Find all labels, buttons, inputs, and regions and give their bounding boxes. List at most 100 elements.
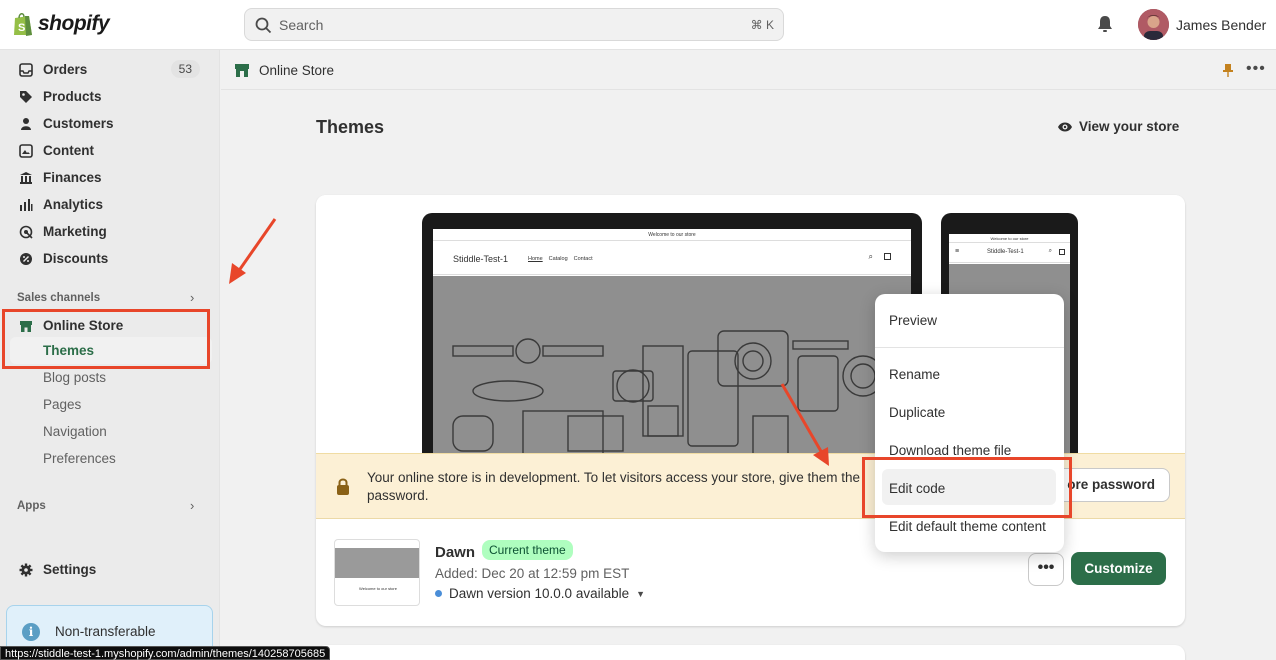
info-icon: i — [22, 623, 40, 641]
sidebar-item-navigation[interactable]: Navigation — [10, 418, 212, 445]
sidebar-item-marketing[interactable]: Marketing — [10, 218, 212, 245]
sidebar-item-label: Finances — [43, 170, 102, 185]
page-title: Themes — [316, 117, 385, 137]
preview-nav-link: Catalog — [548, 256, 568, 262]
menu-item-duplicate[interactable]: Duplicate — [889, 405, 945, 420]
desktop-preview: Welcome to our store Stiddle-Test-1 Home… — [422, 213, 922, 469]
sidebar-item-analytics[interactable]: Analytics — [10, 191, 212, 218]
store-icon — [235, 64, 249, 77]
sidebar-item-customers[interactable]: Customers — [10, 110, 212, 137]
sidebar-item-orders[interactable]: Orders 53 — [10, 56, 212, 83]
person-icon — [18, 116, 34, 132]
bell-icon[interactable] — [1095, 14, 1115, 34]
pin-icon[interactable] — [1221, 63, 1235, 77]
top-bar: S shopify Search ⌘ K James Bender — [0, 0, 1276, 50]
preview-nav: Home Catalog Contact — [528, 256, 599, 262]
sidebar-item-discounts[interactable]: Discounts — [10, 245, 212, 272]
search-placeholder: Search — [279, 17, 324, 33]
bar-chart-icon — [18, 197, 34, 213]
theme-version-label: Dawn version 10.0.0 available — [449, 586, 630, 601]
shopify-bag-icon: S — [14, 13, 32, 36]
thumbnail-text: Welcome to our store — [359, 586, 397, 591]
search-icon — [255, 17, 272, 34]
user-name[interactable]: James Bender — [1176, 17, 1266, 33]
cart-icon — [884, 253, 891, 260]
breadcrumb: Online Store ••• — [221, 50, 1276, 90]
search-shortcut: ⌘ K — [750, 18, 774, 32]
theme-added-date: Added: Dec 20 at 12:59 pm EST — [435, 566, 630, 581]
preview-nav-link: Contact — [573, 256, 593, 262]
preview-announcement: Welcome to our store — [433, 229, 911, 241]
menu-item-preview[interactable]: Preview — [889, 313, 937, 328]
breadcrumb-label[interactable]: Online Store — [259, 63, 334, 78]
theme-version[interactable]: Dawn version 10.0.0 available ▼ — [435, 586, 645, 601]
view-store-label: View your store — [1079, 119, 1180, 134]
avatar[interactable] — [1138, 9, 1169, 40]
menu-divider — [875, 347, 1064, 348]
status-bar-url: https://stiddle-test-1.myshopify.com/adm… — [0, 646, 331, 660]
image-icon — [18, 143, 34, 159]
lock-icon — [337, 478, 349, 495]
preview-nav-link: Home — [528, 256, 543, 262]
inbox-icon — [18, 62, 34, 78]
sidebar-item-label: Products — [43, 89, 102, 104]
menu-item-rename[interactable]: Rename — [889, 367, 940, 382]
chevron-right-icon[interactable]: › — [190, 498, 194, 513]
customize-button[interactable]: Customize — [1071, 552, 1166, 585]
status-badge: Current theme — [482, 540, 573, 560]
sidebar-item-label: Content — [43, 143, 94, 158]
annotation-box-online-store — [2, 309, 210, 369]
view-store-link[interactable]: View your store — [1057, 119, 1179, 134]
chevron-down-icon: ▼ — [636, 588, 646, 599]
search-icon: ⌕ — [1048, 248, 1052, 254]
arrow-to-online-store — [229, 218, 277, 284]
chevron-right-icon[interactable]: › — [190, 290, 194, 305]
theme-name: Dawn — [435, 544, 476, 561]
theme-actions-button[interactable]: ••• — [1028, 553, 1064, 586]
annotation-box-edit-code — [862, 457, 1072, 518]
apps-header[interactable]: Apps — [17, 500, 46, 512]
preview-store-name: Stiddle-Test-1 — [987, 249, 1024, 255]
sidebar-item-label: Customers — [43, 116, 114, 131]
sidebar-item-label: Marketing — [43, 224, 107, 239]
banner-message: Your online store is in development. To … — [367, 470, 861, 503]
sidebar-item-preferences[interactable]: Preferences — [10, 445, 212, 472]
sidebar-item-label: Pages — [43, 397, 82, 412]
search-icon: ⌕ — [868, 252, 873, 261]
sidebar-item-label: Orders — [43, 62, 88, 77]
preview-hero-image — [433, 276, 911, 469]
sidebar-item-label: Navigation — [43, 424, 107, 439]
sales-channels-header[interactable]: Sales channels — [17, 292, 100, 304]
sidebar-item-content[interactable]: Content — [10, 137, 212, 164]
search-input[interactable]: Search ⌘ K — [244, 8, 784, 41]
update-dot-icon — [435, 590, 442, 597]
tag-icon — [18, 89, 34, 105]
notice-text: Non-transferable — [55, 624, 156, 639]
preview-announcement: Welcome to our store — [949, 234, 1070, 243]
sidebar-item-label: Blog posts — [43, 370, 107, 385]
theme-library-card — [316, 645, 1185, 660]
menu-icon: ≡ — [955, 248, 960, 255]
cart-icon — [1059, 249, 1065, 255]
preview-store-name: Stiddle-Test-1 — [453, 254, 509, 264]
sidebar-item-label: Preferences — [43, 451, 116, 466]
sidebar-item-pages[interactable]: Pages — [10, 391, 212, 418]
sidebar-item-settings[interactable]: Settings — [10, 556, 212, 583]
brand-wordmark: shopify — [38, 12, 110, 35]
bank-icon — [18, 170, 34, 186]
orders-count-badge: 53 — [170, 60, 200, 78]
target-icon — [18, 224, 34, 240]
sidebar-item-label: Settings — [43, 562, 97, 577]
sidebar-item-label: Discounts — [43, 251, 109, 266]
gear-icon — [18, 562, 34, 578]
sidebar-item-label: Analytics — [43, 197, 104, 212]
eye-icon — [1058, 122, 1072, 131]
sidebar-item-finances[interactable]: Finances — [10, 164, 212, 191]
theme-thumbnail[interactable]: Welcome to our store — [334, 539, 420, 606]
menu-item-edit-default-theme-content[interactable]: Edit default theme content — [889, 519, 1046, 534]
shopify-logo[interactable]: S shopify — [12, 11, 110, 37]
menu-item-download-theme-file[interactable]: Download theme file — [889, 443, 1011, 458]
svg-text:S: S — [18, 22, 25, 34]
sidebar-item-products[interactable]: Products — [10, 83, 212, 110]
more-actions-icon[interactable]: ••• — [1246, 60, 1266, 78]
